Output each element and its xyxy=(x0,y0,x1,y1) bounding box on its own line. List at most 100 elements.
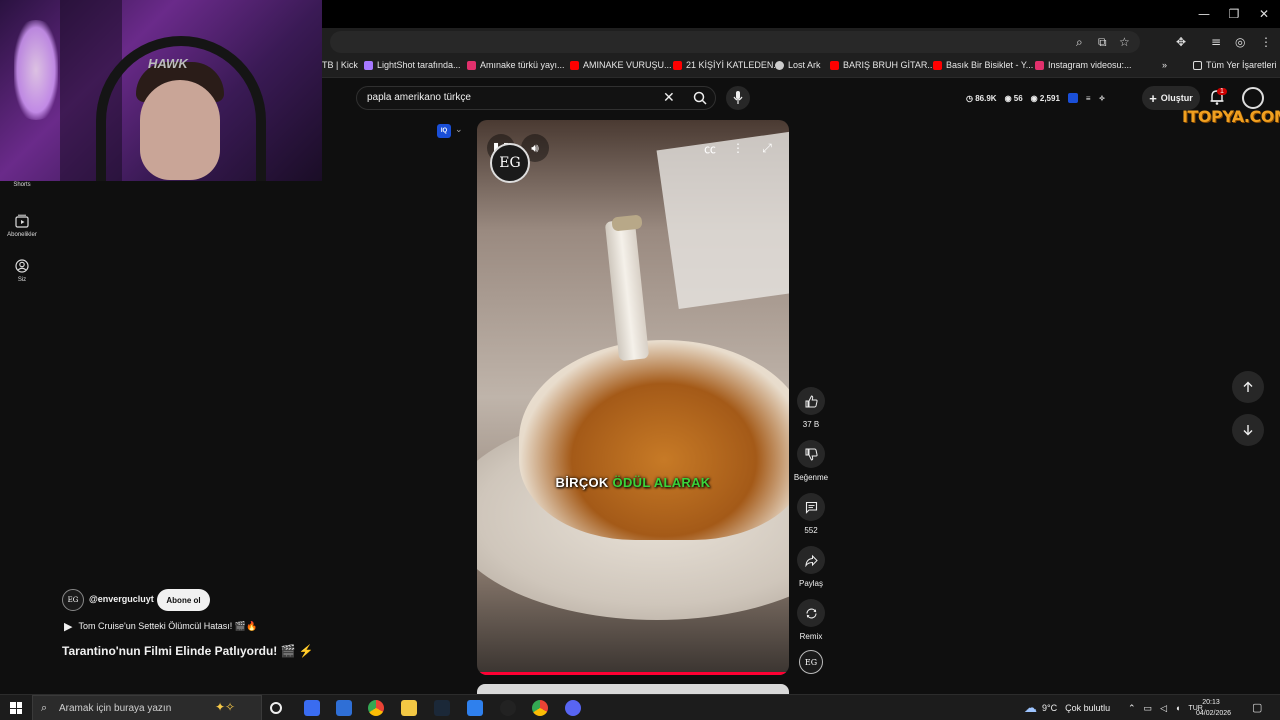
all-bookmarks-folder[interactable]: Tüm Yer İşaretleri xyxy=(1193,60,1277,70)
weather-widget[interactable]: ☁ 9°C Çok bulutlu xyxy=(1024,695,1110,720)
share-action[interactable]: Paylaş xyxy=(792,546,830,588)
bookmark-item[interactable]: TB | Kick xyxy=(322,60,358,70)
bookmark-item[interactable]: Instagram videosu:... xyxy=(1035,60,1132,70)
address-field[interactable] xyxy=(330,31,1140,53)
search-icon: ⌕ xyxy=(41,701,48,714)
bookmark-item[interactable]: Lost Ark xyxy=(775,60,821,70)
channel-sound-action[interactable]: EG xyxy=(792,650,830,674)
weather-temp: 9°C xyxy=(1042,703,1058,713)
sidebar-item-subscriptions[interactable]: Abonelikler xyxy=(0,214,44,238)
filter-icon[interactable]: ≡ xyxy=(1086,94,1091,103)
youtube-icon xyxy=(830,60,839,70)
channel-avatar[interactable]: EG xyxy=(62,589,84,611)
clear-search-icon[interactable]: ✕ xyxy=(663,90,675,106)
minimize-icon[interactable]: — xyxy=(1196,6,1212,22)
chevron-up-icon[interactable]: ⌃ xyxy=(1128,703,1136,714)
bookmark-star-icon[interactable]: ☆ xyxy=(1119,35,1130,49)
comments-action[interactable]: 552 xyxy=(792,493,830,535)
account-avatar[interactable] xyxy=(1242,87,1264,109)
remix-button[interactable] xyxy=(797,599,825,627)
channel-handle[interactable]: @envergucluyt xyxy=(89,594,154,604)
next-short-button[interactable] xyxy=(1232,414,1264,446)
profile-icon[interactable]: ◎ xyxy=(1235,35,1245,49)
previous-short-button[interactable] xyxy=(1232,371,1264,403)
fullscreen-icon[interactable]: ⤢ xyxy=(753,134,781,162)
chevron-down-icon[interactable]: ⌄ xyxy=(455,125,463,135)
bookmark-item[interactable]: Basık Bir Bisiklet - Y... xyxy=(933,60,1033,70)
next-short-preview[interactable] xyxy=(477,684,789,694)
search-button[interactable] xyxy=(684,86,716,110)
video-progress-bar[interactable] xyxy=(477,672,789,675)
share-label: Paylaş xyxy=(798,579,823,588)
chrome-icon[interactable] xyxy=(368,700,384,716)
discord-icon[interactable] xyxy=(565,700,581,716)
app-icon[interactable] xyxy=(500,700,516,716)
task-view-icon[interactable] xyxy=(270,702,282,714)
store-icon[interactable] xyxy=(336,700,352,716)
taskbar-search-input[interactable]: ⌕ Aramak için buraya yazın ✦✧ xyxy=(32,695,262,720)
network-icon[interactable]: ▭ xyxy=(1144,703,1153,714)
windows-start-icon[interactable] xyxy=(10,702,22,714)
like-action[interactable]: 37 B xyxy=(792,387,830,429)
voice-search-button[interactable] xyxy=(726,86,750,110)
dislike-button[interactable] xyxy=(797,440,825,468)
file-explorer-icon[interactable] xyxy=(401,700,417,716)
notification-badge: 1 xyxy=(1217,88,1227,95)
thumbs-down-icon xyxy=(805,448,818,461)
install-app-icon[interactable]: ⧉ xyxy=(1098,35,1107,49)
app-icon[interactable] xyxy=(467,700,483,716)
share-button[interactable] xyxy=(797,546,825,574)
plus-icon: + xyxy=(1149,90,1157,106)
dislike-action[interactable]: Beğenme xyxy=(792,440,830,482)
subscriptions-icon xyxy=(15,214,29,228)
more-bookmarks-icon[interactable]: » xyxy=(1162,60,1167,70)
app-icon[interactable] xyxy=(304,700,320,716)
more-options-icon[interactable]: ⋮ xyxy=(724,134,752,162)
restore-icon[interactable]: ❐ xyxy=(1226,6,1242,22)
system-clock[interactable]: 20:13 04/02/2026 xyxy=(1196,697,1232,719)
remix-action[interactable]: Remix xyxy=(792,599,830,641)
video-title: Tarantino'nun Filmi Elinde Patlıyordu! 🎬… xyxy=(62,644,314,658)
media-controls-icon[interactable]: ≡ xyxy=(1211,35,1221,49)
lamp xyxy=(14,20,58,120)
sidebar-item-shorts[interactable]: Shorts xyxy=(0,182,44,188)
views-stat: ◷ 86.9K xyxy=(966,93,997,103)
sparkle-icon[interactable]: ✧ xyxy=(1099,94,1106,103)
bookmark-item[interactable]: 21 KİŞİYİ KATLEDEN... xyxy=(673,60,781,70)
like-button[interactable] xyxy=(797,387,825,415)
remix-icon xyxy=(805,608,817,618)
comments-button[interactable] xyxy=(797,493,825,521)
shorts-video-player[interactable]: ❚❚ 🔊︎ EG ㏄ ⋮ ⤢ BİRÇOK ÖDÜL ALARAK xyxy=(477,120,789,675)
dislike-label: Beğenme xyxy=(793,473,829,482)
browser-menu-icon[interactable]: ⋮ xyxy=(1260,35,1272,49)
mic-icon xyxy=(733,91,743,104)
iq-extension-icon[interactable] xyxy=(1067,93,1078,103)
speaker-icon[interactable]: ◖ xyxy=(1175,703,1180,713)
clock-date: 04/02/2026 xyxy=(1196,710,1232,717)
video-ash xyxy=(611,214,643,232)
cloud-icon: ☁ xyxy=(1024,700,1037,715)
iq-badge[interactable]: IQ xyxy=(437,124,451,138)
windows-taskbar: ⌕ Aramak için buraya yazın ✦✧ ☁ 9°C Çok … xyxy=(0,694,1280,720)
bookmark-item[interactable]: Amınake türkü yayı... xyxy=(467,60,565,70)
subscribe-button[interactable]: Abone ol xyxy=(157,589,210,611)
notification-center-icon[interactable]: ▢ xyxy=(1252,701,1262,714)
bookmark-item[interactable]: LightShot tarafında... xyxy=(364,60,461,70)
zoom-icon[interactable]: ⌕ xyxy=(1076,35,1083,49)
extensions-puzzle-icon[interactable]: ✥ xyxy=(1176,35,1186,49)
channel-sound-avatar[interactable]: EG xyxy=(799,650,823,674)
captions-icon[interactable]: ㏄ xyxy=(696,134,724,162)
linked-video[interactable]: ▶ Tom Cruise'un Setteki Ölümcül Hatası! … xyxy=(64,620,257,633)
bookmark-item[interactable]: BARIŞ BRUH GİTAR... xyxy=(830,60,935,70)
steam-icon[interactable] xyxy=(434,700,450,716)
sidebar-item-you[interactable]: Siz xyxy=(0,259,44,283)
close-window-icon[interactable]: ✕ xyxy=(1256,6,1272,22)
search-input[interactable]: papla amerikano türkçe ✕ xyxy=(356,86,716,110)
volume-icon[interactable]: ◁ xyxy=(1160,703,1167,714)
weather-desc: Çok bulutlu xyxy=(1065,703,1111,713)
thumbs-up-icon xyxy=(805,394,818,407)
folder-icon xyxy=(1193,60,1202,70)
chrome-active-icon[interactable] xyxy=(532,700,548,716)
bookmark-item[interactable]: AMINAKE VURUŞU... xyxy=(570,60,672,70)
comment-icon xyxy=(805,501,817,514)
